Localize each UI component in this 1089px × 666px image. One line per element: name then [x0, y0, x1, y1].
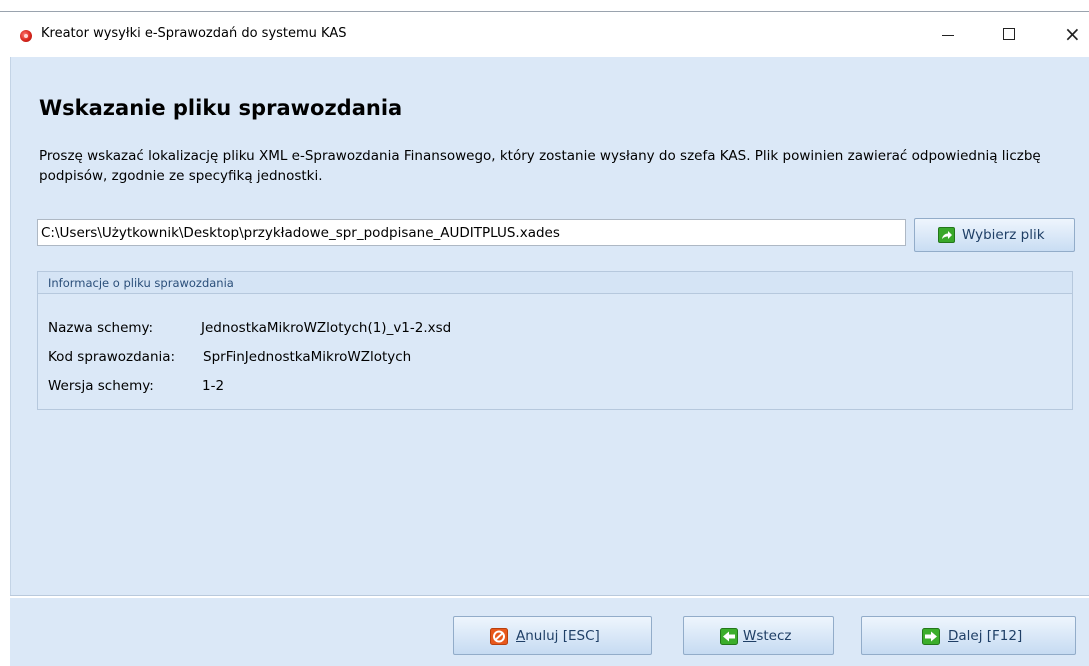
- cancel-button[interactable]: Anuluj [ESC]: [453, 616, 652, 655]
- info-value: 1-2: [202, 378, 225, 394]
- page-title: Wskazanie pliku sprawozdania: [39, 96, 403, 120]
- wizard-footer: Anuluj [ESC] Wstecz Dalej [F12]: [10, 598, 1089, 666]
- back-button[interactable]: Wstecz: [683, 616, 834, 655]
- close-button[interactable]: ×: [1043, 12, 1089, 57]
- wizard-content: Wskazanie pliku sprawozdania Proszę wska…: [10, 57, 1089, 595]
- cancel-circle-icon: [490, 628, 508, 645]
- maximize-icon: [1003, 28, 1015, 40]
- title-bar: Kreator wysyłki e-Sprawozdań do systemu …: [0, 12, 1089, 57]
- next-label: Dalej [F12]: [948, 628, 1023, 644]
- green-share-arrow-icon: [938, 227, 955, 243]
- cancel-label: Anuluj [ESC]: [516, 628, 600, 644]
- browse-file-button[interactable]: Wybierz plik: [914, 218, 1075, 252]
- back-label: Wstecz: [743, 628, 792, 644]
- app-icon: [20, 30, 32, 42]
- minimize-button[interactable]: [925, 12, 971, 57]
- maximize-button[interactable]: [986, 12, 1032, 57]
- browse-file-label: Wybierz plik: [962, 227, 1045, 243]
- window-title: Kreator wysyłki e-Sprawozdań do systemu …: [41, 26, 347, 41]
- file-info-header-text: Informacje o pliku sprawozdania: [48, 276, 234, 290]
- next-button[interactable]: Dalej [F12]: [861, 616, 1076, 655]
- arrow-left-icon: [720, 628, 738, 645]
- info-value: JednostkaMikroWZlotych(1)_v1-2.xsd: [201, 320, 452, 336]
- file-info-header: Informacje o pliku sprawozdania: [38, 272, 1072, 294]
- file-info-group: Informacje o pliku sprawozdania Nazwa sc…: [37, 271, 1073, 410]
- info-label: Kod sprawozdania:: [48, 349, 176, 365]
- minimize-icon: [942, 35, 954, 36]
- close-icon: ×: [1064, 22, 1081, 46]
- info-label: Nazwa schemy:: [48, 320, 154, 336]
- arrow-right-icon: [922, 628, 940, 645]
- info-label: Wersja schemy:: [48, 378, 154, 394]
- file-path-input[interactable]: [37, 219, 906, 246]
- page-description: Proszę wskazać lokalizację pliku XML e-S…: [39, 148, 1041, 184]
- info-value: SprFinJednostkaMikroWZlotych: [203, 349, 412, 365]
